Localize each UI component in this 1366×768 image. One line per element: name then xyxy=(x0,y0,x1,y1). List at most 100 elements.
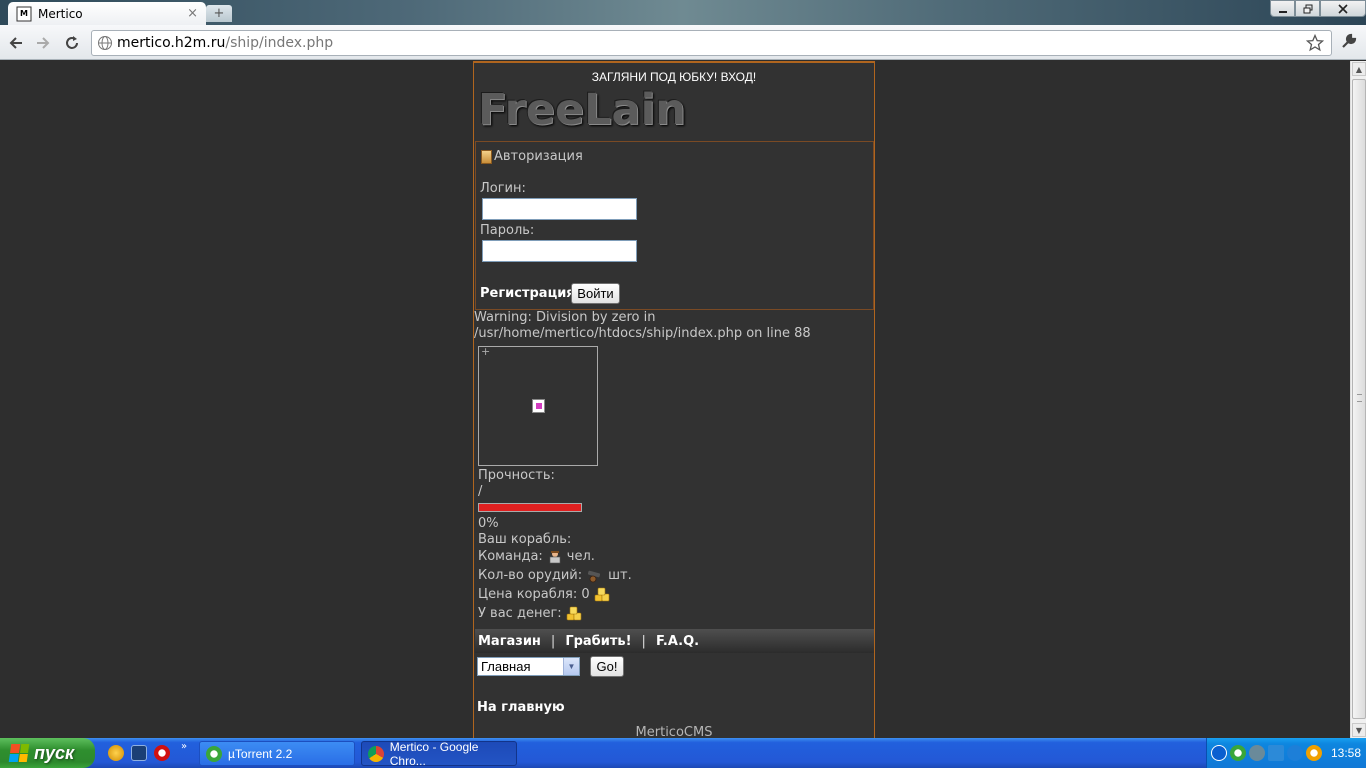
php-warning: Warning: Division by zero in /usr/home/m… xyxy=(474,310,811,342)
tab-close-icon[interactable]: × xyxy=(187,6,198,21)
durability-value: / xyxy=(478,484,483,499)
chrome-icon xyxy=(368,745,384,762)
scroll-up-icon[interactable]: ▲ xyxy=(1352,62,1366,76)
svg-text:M: M xyxy=(20,9,28,18)
bookmark-star-icon[interactable] xyxy=(1305,33,1325,55)
ship-image-frame: + xyxy=(478,345,598,466)
crew-unit: чел. xyxy=(566,549,595,564)
photoshop-icon[interactable] xyxy=(131,745,147,761)
forward-button[interactable] xyxy=(32,32,54,54)
start-button[interactable]: пуск xyxy=(0,738,95,768)
guns-row: Кол-во орудий: шт. xyxy=(478,568,632,583)
reload-icon xyxy=(66,36,78,49)
guns-unit: шт. xyxy=(608,568,632,583)
opera-icon[interactable] xyxy=(154,745,170,761)
arrow-left-icon xyxy=(9,37,22,49)
login-button[interactable]: Войти xyxy=(571,283,620,304)
wrench-menu-icon[interactable] xyxy=(1340,32,1358,53)
price-row: Цена корабля: 0 xyxy=(478,586,610,602)
system-tray: 13:58 xyxy=(1206,738,1366,768)
vertical-scrollbar[interactable]: ▲ ▼ xyxy=(1350,61,1366,738)
tray-arrow-icon[interactable] xyxy=(1211,745,1227,761)
tray-shield-icon[interactable] xyxy=(1287,745,1303,761)
menu-separator: | xyxy=(550,633,556,649)
tray-network-icon[interactable] xyxy=(1249,745,1265,761)
browser-tab[interactable]: M Mertico × xyxy=(8,2,206,25)
menu-shop[interactable]: Магазин xyxy=(478,634,541,649)
crew-row: Команда: чел. xyxy=(478,549,595,564)
home-link[interactable]: На главную xyxy=(477,700,565,715)
login-promo-link[interactable]: ЗАГЛЯНИ ПОД ЮБКУ! ВХОД! xyxy=(474,70,874,84)
task-chrome-label: Mertico - Google Chro... xyxy=(389,739,479,768)
minimize-button[interactable] xyxy=(1270,0,1295,17)
aimp-icon[interactable] xyxy=(108,745,124,761)
arrow-right-icon xyxy=(37,37,50,49)
new-tab-button[interactable]: + xyxy=(206,5,232,22)
login-label: Логин: xyxy=(480,181,526,196)
back-button[interactable] xyxy=(5,32,27,54)
page-select[interactable]: Главная ▼ xyxy=(477,657,580,676)
durability-percent: 0% xyxy=(478,516,499,531)
tray-utorrent-icon[interactable] xyxy=(1230,745,1246,761)
durability-bar xyxy=(478,503,582,512)
gold-coins-icon xyxy=(594,587,609,602)
warning-line-1: Warning: Division by zero in xyxy=(474,310,656,325)
password-label: Пароль: xyxy=(480,223,535,238)
plus-mark: + xyxy=(481,345,491,358)
restore-button[interactable] xyxy=(1295,0,1320,17)
scroll-thumb[interactable] xyxy=(1352,79,1366,719)
cannon-icon xyxy=(588,570,601,582)
your-ship-label: Ваш корабль: xyxy=(478,532,572,547)
tray-avast-icon[interactable] xyxy=(1306,745,1322,761)
browser-toolbar: mertico.h2m.ru /ship/index.php xyxy=(0,25,1366,60)
register-link[interactable]: Регистрация xyxy=(480,286,575,301)
menu-rob[interactable]: Грабить! xyxy=(565,634,631,649)
price-label: Цена корабля: 0 xyxy=(478,586,590,602)
close-window-button[interactable] xyxy=(1320,0,1366,17)
page-viewport: ЗАГЛЯНИ ПОД ЮБКУ! ВХОД! FreeLain Авториз… xyxy=(0,61,1350,738)
taskbar-item-chrome[interactable]: Mertico - Google Chro... xyxy=(361,739,517,768)
utorrent-icon xyxy=(206,745,222,762)
tab-title: Mertico xyxy=(38,6,83,21)
gold-coins-icon xyxy=(566,606,581,621)
quicklaunch-more-icon[interactable]: » xyxy=(181,741,187,752)
tray-monitor-icon[interactable] xyxy=(1268,745,1284,761)
money-label: У вас денег: xyxy=(478,605,562,621)
crew-label: Команда: xyxy=(478,549,543,564)
plus-icon: + xyxy=(213,6,225,21)
password-input[interactable] xyxy=(482,240,637,262)
taskbar: пуск » µTorrent 2.2 Mertico - Google Chr… xyxy=(0,738,1366,768)
money-row: У вас денег: xyxy=(478,605,582,621)
site-container: ЗАГЛЯНИ ПОД ЮБКУ! ВХОД! FreeLain Авториз… xyxy=(473,61,875,738)
windows-flag-icon xyxy=(8,744,30,762)
url-path: /ship/index.php xyxy=(225,35,334,51)
menu-separator: | xyxy=(641,633,646,649)
broken-image-icon xyxy=(532,399,545,413)
auth-title-text: Авторизация xyxy=(494,149,583,164)
reload-button[interactable] xyxy=(61,32,83,54)
scroll-icon xyxy=(481,149,492,164)
footer-cms[interactable]: MerticoCMS xyxy=(474,725,874,738)
durability-bar-fill xyxy=(479,504,581,511)
main-menu: Магазин | Грабить! | F.A.Q. xyxy=(475,629,874,653)
taskbar-item-utorrent[interactable]: µTorrent 2.2 xyxy=(199,741,355,766)
login-input[interactable] xyxy=(482,198,637,220)
auth-title: Авторизация xyxy=(481,149,583,164)
task-utorrent-label: µTorrent 2.2 xyxy=(228,746,293,761)
sailor-icon xyxy=(549,550,561,563)
address-bar[interactable]: mertico.h2m.ru /ship/index.php xyxy=(91,30,1332,56)
menu-faq[interactable]: F.A.Q. xyxy=(656,634,699,649)
scroll-down-icon[interactable]: ▼ xyxy=(1352,723,1366,737)
start-label: пуск xyxy=(34,742,75,763)
durability-label: Прочность: xyxy=(478,468,555,483)
page-select-value: Главная xyxy=(481,659,531,674)
mertico-favicon-icon: M xyxy=(16,6,32,22)
page-icon xyxy=(98,36,112,50)
site-logo: FreeLain xyxy=(478,85,686,135)
url-host: mertico.h2m.ru xyxy=(117,35,226,51)
window-controls xyxy=(1270,0,1366,17)
chevron-down-icon[interactable]: ▼ xyxy=(563,658,579,675)
auth-panel: Авторизация Логин: Пароль: Регистрация В… xyxy=(475,141,874,310)
clock: 13:58 xyxy=(1331,746,1362,760)
go-button[interactable]: Go! xyxy=(590,656,624,677)
